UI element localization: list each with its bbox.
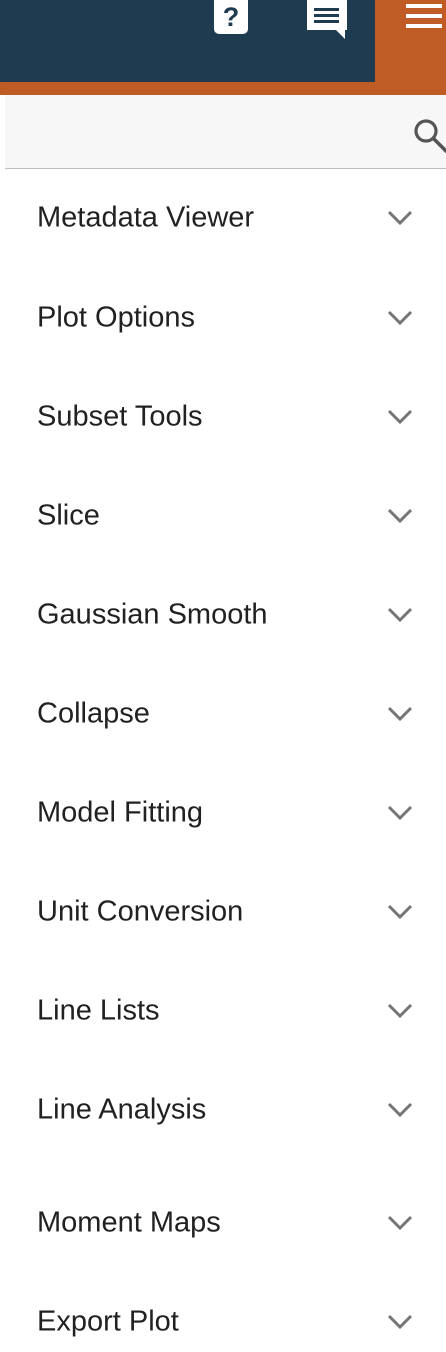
tray-item-label: Export Plot <box>37 1305 179 1338</box>
tray-item-label: Subset Tools <box>37 400 203 433</box>
top-toolbar: ? <box>0 0 446 95</box>
tray-item-model-fitting[interactable]: Model Fitting <box>0 768 446 858</box>
tray-item-label: Gaussian Smooth <box>37 598 268 631</box>
chevron-down-icon <box>387 1314 413 1330</box>
tray-item-label: Unit Conversion <box>37 895 244 928</box>
chevron-down-icon <box>387 805 413 821</box>
chevron-down-icon <box>387 1003 413 1019</box>
chevron-down-icon <box>387 310 413 326</box>
plugin-search-bar <box>5 95 446 169</box>
tray-item-line-lists[interactable]: Line Lists <box>0 966 446 1056</box>
chevron-down-icon <box>387 210 413 226</box>
tray-item-subset-tools[interactable]: Subset Tools <box>0 372 446 462</box>
chevron-down-icon <box>387 706 413 722</box>
chat-icon <box>307 0 347 39</box>
tray-item-label: Slice <box>37 499 100 532</box>
search-input[interactable] <box>5 95 405 168</box>
chevron-down-icon <box>387 508 413 524</box>
help-icon: ? <box>214 0 248 34</box>
chat-button[interactable] <box>305 0 349 40</box>
search-icon[interactable] <box>412 117 446 153</box>
chevron-down-icon <box>387 409 413 425</box>
help-button[interactable]: ? <box>212 0 250 34</box>
tray-item-label: Line Analysis <box>37 1093 207 1126</box>
tray-item-plot-options[interactable]: Plot Options <box>0 273 446 363</box>
tray-item-label: Moment Maps <box>37 1206 221 1239</box>
tray-item-export-plot[interactable]: Export Plot <box>0 1277 446 1352</box>
tray-item-metadata-viewer[interactable]: Metadata Viewer <box>0 173 446 263</box>
chevron-down-icon <box>387 1215 413 1231</box>
tray-item-gaussian-smooth[interactable]: Gaussian Smooth <box>0 570 446 660</box>
tray-item-label: Collapse <box>37 697 150 730</box>
tray-item-unit-conversion[interactable]: Unit Conversion <box>0 867 446 957</box>
app-window: ? Metadata Viewer Plot Options Subset To… <box>0 0 446 1352</box>
tray-item-slice[interactable]: Slice <box>0 471 446 561</box>
hamburger-menu-icon <box>406 4 442 28</box>
chevron-down-icon <box>387 904 413 920</box>
menu-button[interactable] <box>400 0 446 34</box>
chevron-down-icon <box>387 607 413 623</box>
tray-item-label: Line Lists <box>37 994 160 1027</box>
tray-item-label: Metadata Viewer <box>37 201 255 234</box>
tray-item-line-analysis[interactable]: Line Analysis <box>0 1065 446 1155</box>
tray-item-moment-maps[interactable]: Moment Maps <box>0 1178 446 1268</box>
chevron-down-icon <box>387 1102 413 1118</box>
tray-item-label: Model Fitting <box>37 796 204 829</box>
tray-item-label: Plot Options <box>37 301 195 334</box>
tray-item-collapse[interactable]: Collapse <box>0 669 446 759</box>
